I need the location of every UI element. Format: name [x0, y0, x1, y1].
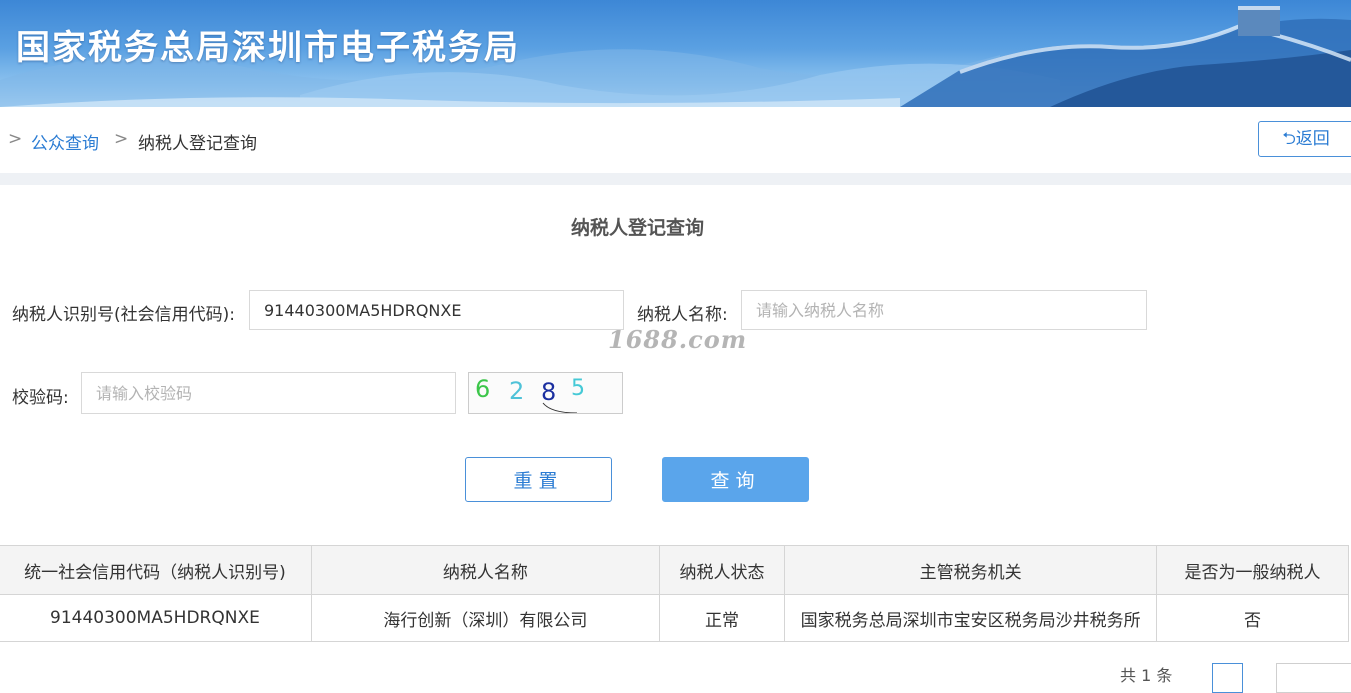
pager-page-button[interactable]	[1212, 663, 1243, 693]
watermark: 1688.com	[608, 325, 748, 354]
captcha-digit: 2	[509, 377, 524, 405]
cell-taxpayer-name: 海行创新（深圳）有限公司	[310, 594, 660, 642]
col-general-taxpayer: 是否为一般纳税人	[1156, 545, 1349, 595]
captcha-image[interactable]: 6 2 8 5	[468, 372, 623, 414]
header-banner: 国家税务总局深圳市电子税务局	[0, 0, 1351, 107]
captcha-graphic: 6 2 8 5	[475, 375, 585, 414]
captcha-digit: 5	[571, 376, 585, 401]
captcha-label: 校验码:	[12, 388, 69, 408]
site-title: 国家税务总局深圳市电子税务局	[16, 28, 520, 68]
col-taxpayer-status: 纳税人状态	[658, 545, 786, 595]
pager-page-size-select[interactable]	[1276, 663, 1351, 693]
taxid-input[interactable]	[249, 290, 624, 330]
taxid-label: 纳税人识别号(社会信用代码):	[12, 305, 235, 325]
breadcrumb-current: 纳税人登记查询	[138, 134, 257, 154]
table-header-row: 统一社会信用代码（纳税人识别号) 纳税人名称 纳税人状态 主管税务机关 是否为一…	[0, 545, 1349, 595]
captcha-digit: 6	[475, 375, 490, 403]
cell-credit-code: 91440300MA5HDRQNXE	[0, 594, 312, 642]
query-button[interactable]: 查询	[662, 457, 809, 502]
form-title: 纳税人登记查询	[570, 217, 704, 239]
table-row: 91440300MA5HDRQNXE 海行创新（深圳）有限公司 正常 国家税务总…	[0, 594, 1349, 642]
cell-taxpayer-status: 正常	[658, 594, 786, 642]
breadcrumb-separator: >	[8, 129, 23, 149]
col-credit-code: 统一社会信用代码（纳税人识别号)	[0, 545, 312, 595]
taxpayer-name-input[interactable]	[741, 290, 1147, 330]
col-taxpayer-name: 纳税人名称	[310, 545, 660, 595]
reset-button[interactable]: 重置	[465, 457, 612, 502]
results-table: 统一社会信用代码（纳税人识别号) 纳税人名称 纳税人状态 主管税务机关 是否为一…	[0, 545, 1349, 642]
breadcrumb-link-public-query[interactable]: 公众查询	[31, 129, 99, 154]
section-divider	[0, 173, 1351, 185]
captcha-input[interactable]	[81, 372, 456, 414]
pager-total: 共 1 条	[1120, 666, 1173, 685]
col-tax-authority: 主管税务机关	[784, 545, 1158, 595]
breadcrumb: > 公众查询 > 纳税人登记查询 ⮌返回	[0, 107, 1351, 173]
cell-tax-authority: 国家税务总局深圳市宝安区税务局沙井税务所	[784, 594, 1158, 642]
taxpayer-name-label: 纳税人名称:	[637, 305, 728, 325]
captcha-digit: 8	[541, 378, 556, 406]
breadcrumb-separator: >	[114, 129, 129, 149]
back-button[interactable]: ⮌返回	[1258, 121, 1351, 157]
cell-general-taxpayer: 否	[1156, 594, 1349, 642]
